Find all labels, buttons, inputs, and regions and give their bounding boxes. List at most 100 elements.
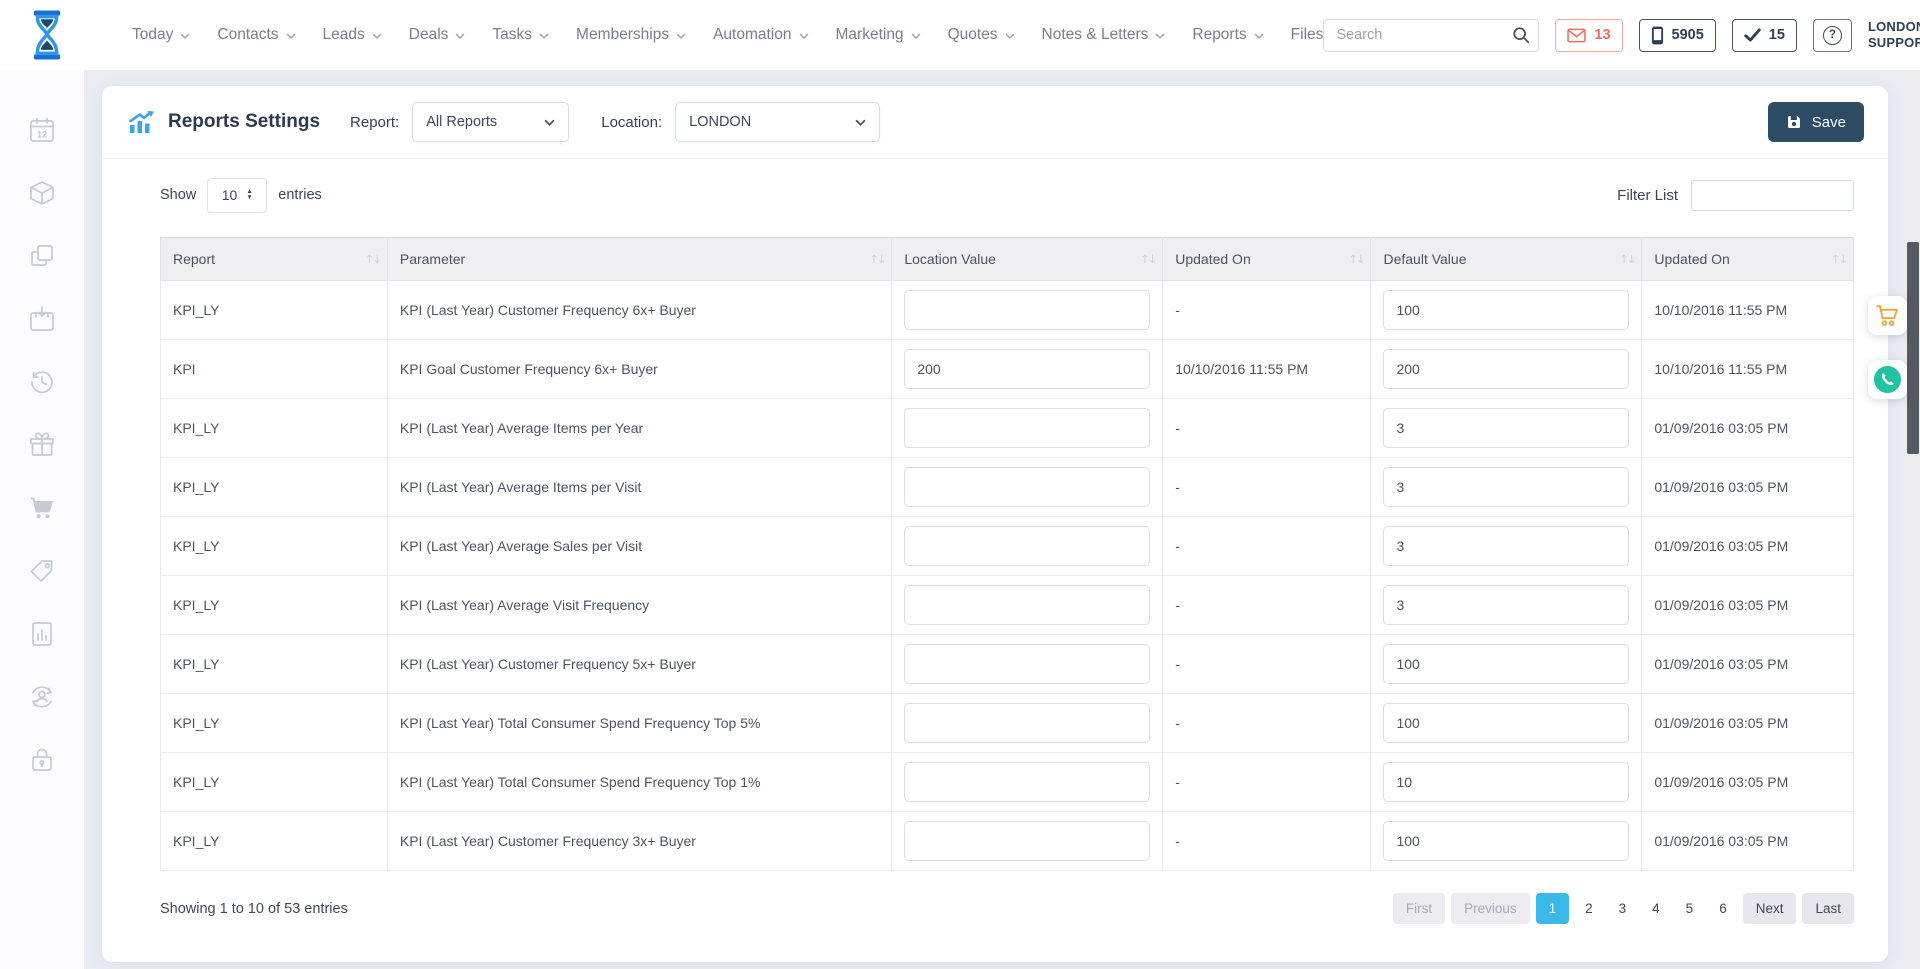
pagination-2[interactable]: 2 — [1575, 893, 1603, 924]
location-value-input[interactable] — [904, 290, 1150, 330]
default-value-input[interactable] — [1383, 762, 1629, 802]
package-icon[interactable] — [28, 179, 56, 207]
cart-fab-button[interactable] — [1868, 296, 1907, 335]
location-value-input[interactable] — [904, 703, 1150, 743]
updated-on-cell: - — [1163, 753, 1371, 812]
report-cell: KPI_LY — [161, 694, 388, 753]
location-value-input[interactable] — [904, 762, 1150, 802]
default-value-input[interactable] — [1383, 821, 1629, 861]
nav-item-automation[interactable]: Automation — [713, 26, 808, 44]
gift-icon[interactable] — [28, 431, 56, 459]
search-icon[interactable] — [1512, 26, 1530, 44]
nav-item-tasks[interactable]: Tasks — [492, 26, 549, 44]
calendar-import-icon[interactable] — [28, 305, 56, 333]
location-value-input[interactable] — [904, 585, 1150, 625]
location-value-input[interactable] — [904, 408, 1150, 448]
lock-icon[interactable] — [28, 746, 56, 774]
parameter-cell: KPI (Last Year) Customer Frequency 5x+ B… — [387, 635, 892, 694]
nav-item-marketing[interactable]: Marketing — [836, 26, 921, 44]
copy-icon[interactable] — [28, 242, 56, 270]
save-button[interactable]: Save — [1768, 102, 1864, 142]
page-title: Reports Settings — [168, 111, 320, 133]
history-icon[interactable] — [28, 368, 56, 396]
nav-item-reports[interactable]: Reports — [1192, 26, 1263, 44]
help-badge[interactable]: ? — [1813, 19, 1852, 52]
report-cell: KPI_LY — [161, 517, 388, 576]
report-document-icon[interactable] — [28, 620, 56, 648]
nav-item-memberships[interactable]: Memberships — [576, 26, 686, 44]
nav-item-today[interactable]: Today — [132, 26, 190, 44]
scrollbar-thumb[interactable] — [1907, 242, 1919, 454]
column-header[interactable]: Updated On ↑↓ — [1163, 238, 1371, 281]
scrollbar[interactable] — [1905, 70, 1920, 969]
cart-icon[interactable] — [28, 494, 56, 522]
tasks-badge[interactable]: 15 — [1732, 19, 1797, 52]
table-row: KPI_LY KPI (Last Year) Average Visit Fre… — [161, 576, 1854, 635]
column-header[interactable]: Default Value ↑↓ — [1371, 238, 1642, 281]
svg-text:12: 12 — [37, 130, 47, 140]
table-row: KPI_LY KPI (Last Year) Average Sales per… — [161, 517, 1854, 576]
parameter-cell: KPI (Last Year) Average Items per Year — [387, 399, 892, 458]
pagination-3[interactable]: 3 — [1609, 893, 1637, 924]
nav-item-leads[interactable]: Leads — [323, 26, 382, 44]
column-header[interactable]: Location Value ↑↓ — [892, 238, 1163, 281]
pagination-next[interactable]: Next — [1743, 893, 1797, 924]
column-header[interactable]: Parameter ↑↓ — [387, 238, 892, 281]
nav-item-contacts[interactable]: Contacts — [217, 26, 295, 44]
default-value-input[interactable] — [1383, 526, 1629, 566]
report-select[interactable]: All Reports — [412, 102, 569, 142]
default-value-input[interactable] — [1383, 644, 1629, 684]
pagination-4[interactable]: 4 — [1642, 893, 1670, 924]
pagination-6[interactable]: 6 — [1709, 893, 1737, 924]
pagination-previous[interactable]: Previous — [1451, 893, 1530, 924]
location-value-input[interactable] — [904, 349, 1150, 389]
default-value-input[interactable] — [1383, 467, 1629, 507]
nav-item-notes-letters[interactable]: Notes & Letters — [1042, 26, 1166, 44]
location-value-input[interactable] — [904, 526, 1150, 566]
calls-badge[interactable]: 5905 — [1639, 19, 1716, 52]
filter-input[interactable] — [1691, 180, 1854, 211]
report-cell: KPI_LY — [161, 635, 388, 694]
pagination-1[interactable]: 1 — [1536, 893, 1570, 924]
navbar-right: 13 5905 15 ? LONDON SUPPORT — [1323, 15, 1920, 56]
updated-on-cell: - — [1163, 635, 1371, 694]
column-header[interactable]: Updated On ↑↓ — [1642, 238, 1854, 281]
location-value-input[interactable] — [904, 821, 1150, 861]
location-value-input[interactable] — [904, 467, 1150, 507]
location-value-cell — [892, 458, 1163, 517]
hourglass-logo[interactable] — [26, 8, 68, 62]
default-value-input[interactable] — [1383, 703, 1629, 743]
default-updated-on-cell: 01/09/2016 03:05 PM — [1642, 694, 1854, 753]
location-value-input[interactable] — [904, 644, 1150, 684]
pagination-first[interactable]: First — [1393, 893, 1445, 924]
tag-icon[interactable] — [28, 557, 56, 585]
chevron-down-icon — [455, 33, 465, 39]
page-size-select[interactable]: 10 ▲▼ — [207, 178, 267, 213]
messages-badge[interactable]: 13 — [1555, 19, 1622, 52]
calendar-icon[interactable]: 12 — [28, 116, 56, 144]
phone-fab-button[interactable] — [1868, 360, 1907, 399]
nav-item-quotes[interactable]: Quotes — [948, 26, 1015, 44]
nav-item-deals[interactable]: Deals — [409, 26, 466, 44]
phone-icon — [1874, 366, 1901, 393]
pagination-last[interactable]: Last — [1802, 893, 1854, 924]
account-sync-icon[interactable] — [28, 683, 56, 711]
chevron-down-icon — [855, 119, 866, 126]
default-value-input[interactable] — [1383, 408, 1629, 448]
report-cell: KPI_LY — [161, 812, 388, 871]
location-select[interactable]: LONDON — [675, 102, 880, 142]
location-value-cell — [892, 753, 1163, 812]
report-cell: KPI — [161, 340, 388, 399]
default-value-cell — [1371, 812, 1642, 871]
default-updated-on-cell: 10/10/2016 11:55 PM — [1642, 281, 1854, 340]
default-value-input[interactable] — [1383, 349, 1629, 389]
column-header[interactable]: Report ↑↓ — [161, 238, 388, 281]
nav-item-files[interactable]: Files — [1291, 26, 1324, 44]
search-input[interactable] — [1323, 19, 1539, 52]
default-value-input[interactable] — [1383, 585, 1629, 625]
sort-icons: ↑↓ — [869, 252, 884, 266]
pagination-5[interactable]: 5 — [1676, 893, 1704, 924]
report-cell: KPI_LY — [161, 399, 388, 458]
default-value-input[interactable] — [1383, 290, 1629, 330]
user-name-line1: LONDON — [1868, 19, 1920, 35]
